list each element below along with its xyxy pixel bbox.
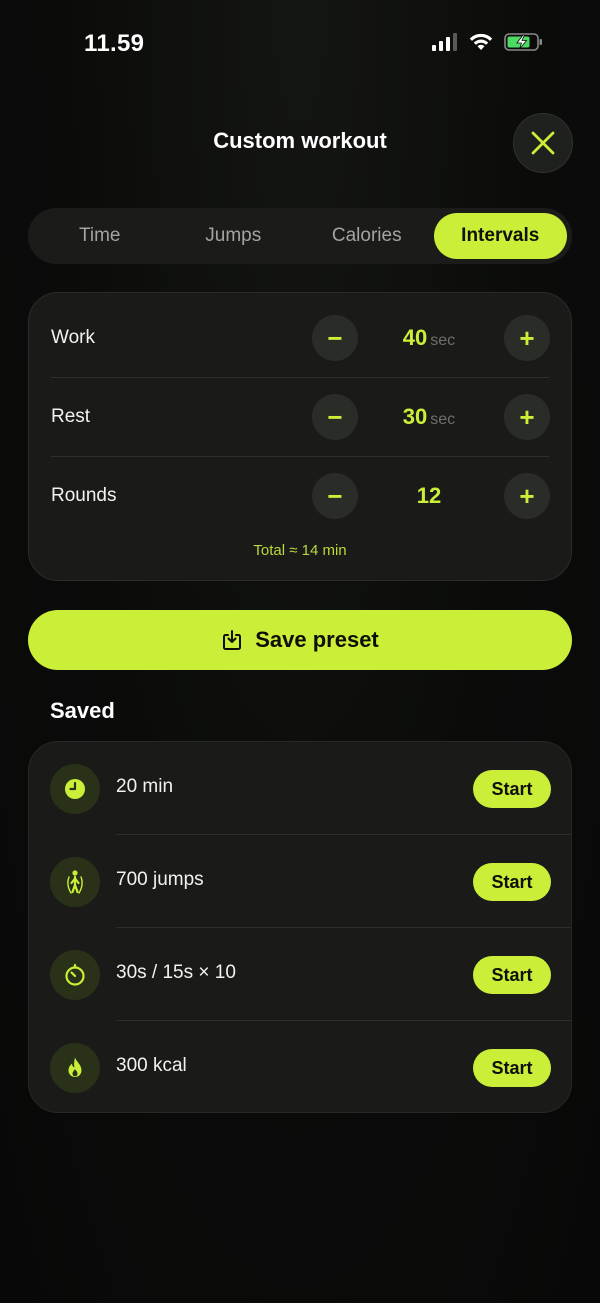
rest-value-number: 30 bbox=[402, 404, 428, 429]
list-item[interactable]: 700 jumps Start bbox=[29, 835, 571, 928]
rounds-value: 12 bbox=[359, 483, 499, 509]
tab-jumps[interactable]: Jumps bbox=[167, 213, 301, 259]
start-button[interactable]: Start bbox=[473, 956, 551, 994]
rest-label: Rest bbox=[51, 406, 91, 427]
rounds-label: Rounds bbox=[51, 485, 117, 506]
rest-increment-button[interactable]: + bbox=[504, 394, 550, 440]
save-download-icon bbox=[223, 630, 242, 650]
signal-icon bbox=[432, 33, 457, 51]
work-increment-button[interactable]: + bbox=[504, 315, 550, 361]
rounds-decrement-button[interactable]: − bbox=[312, 473, 358, 519]
start-button[interactable]: Start bbox=[473, 863, 551, 901]
rest-decrement-button[interactable]: − bbox=[312, 394, 358, 440]
tab-time[interactable]: Time bbox=[33, 213, 167, 259]
interval-settings-card: Work − 40 sec + Rest − 30 sec + Rounds − 1… bbox=[28, 292, 572, 581]
work-value: 40 sec bbox=[359, 325, 499, 351]
work-label: Work bbox=[51, 327, 95, 348]
workout-type-tabs: Time Jumps Calories Intervals bbox=[28, 208, 572, 264]
total-duration: Total ≈ 14 min bbox=[253, 542, 347, 559]
rounds-increment-button[interactable]: + bbox=[504, 473, 550, 519]
tab-intervals[interactable]: Intervals bbox=[433, 213, 567, 259]
status-icons bbox=[432, 32, 544, 52]
rest-value: 30 sec bbox=[359, 404, 499, 430]
preset-label: 20 min bbox=[116, 776, 174, 797]
list-item[interactable]: 30s / 15s × 10 Start bbox=[29, 928, 571, 1021]
work-value-unit: sec bbox=[430, 332, 456, 349]
saved-section-title: Saved bbox=[50, 698, 115, 723]
timer-icon bbox=[50, 950, 100, 1000]
clock-icon bbox=[50, 764, 100, 814]
work-decrement-button[interactable]: − bbox=[312, 315, 358, 361]
preset-label: 700 jumps bbox=[116, 869, 204, 890]
close-button[interactable] bbox=[513, 113, 573, 173]
preset-label: 300 kcal bbox=[116, 1055, 187, 1076]
flame-icon bbox=[50, 1043, 100, 1093]
start-button[interactable]: Start bbox=[473, 770, 551, 808]
close-icon bbox=[531, 131, 555, 155]
save-preset-label: Save preset bbox=[255, 627, 379, 652]
saved-presets-list: 20 min Start 700 jumps Start 30s / 15s ×… bbox=[28, 741, 572, 1113]
status-time: 11.59 bbox=[84, 30, 145, 57]
list-item[interactable]: 300 kcal Start bbox=[29, 1021, 571, 1114]
page-title: Custom workout bbox=[213, 128, 387, 153]
list-item[interactable]: 20 min Start bbox=[29, 742, 571, 835]
work-value-number: 40 bbox=[402, 325, 428, 350]
wifi-icon bbox=[469, 33, 493, 50]
jumping-person-icon bbox=[50, 857, 100, 907]
rest-value-unit: sec bbox=[430, 411, 456, 428]
preset-label: 30s / 15s × 10 bbox=[116, 962, 236, 983]
battery-charging-icon bbox=[504, 33, 542, 51]
start-button[interactable]: Start bbox=[473, 1049, 551, 1087]
rounds-value-number: 12 bbox=[416, 483, 442, 508]
save-preset-button[interactable]: Save preset bbox=[28, 610, 572, 670]
tab-calories[interactable]: Calories bbox=[300, 213, 434, 259]
